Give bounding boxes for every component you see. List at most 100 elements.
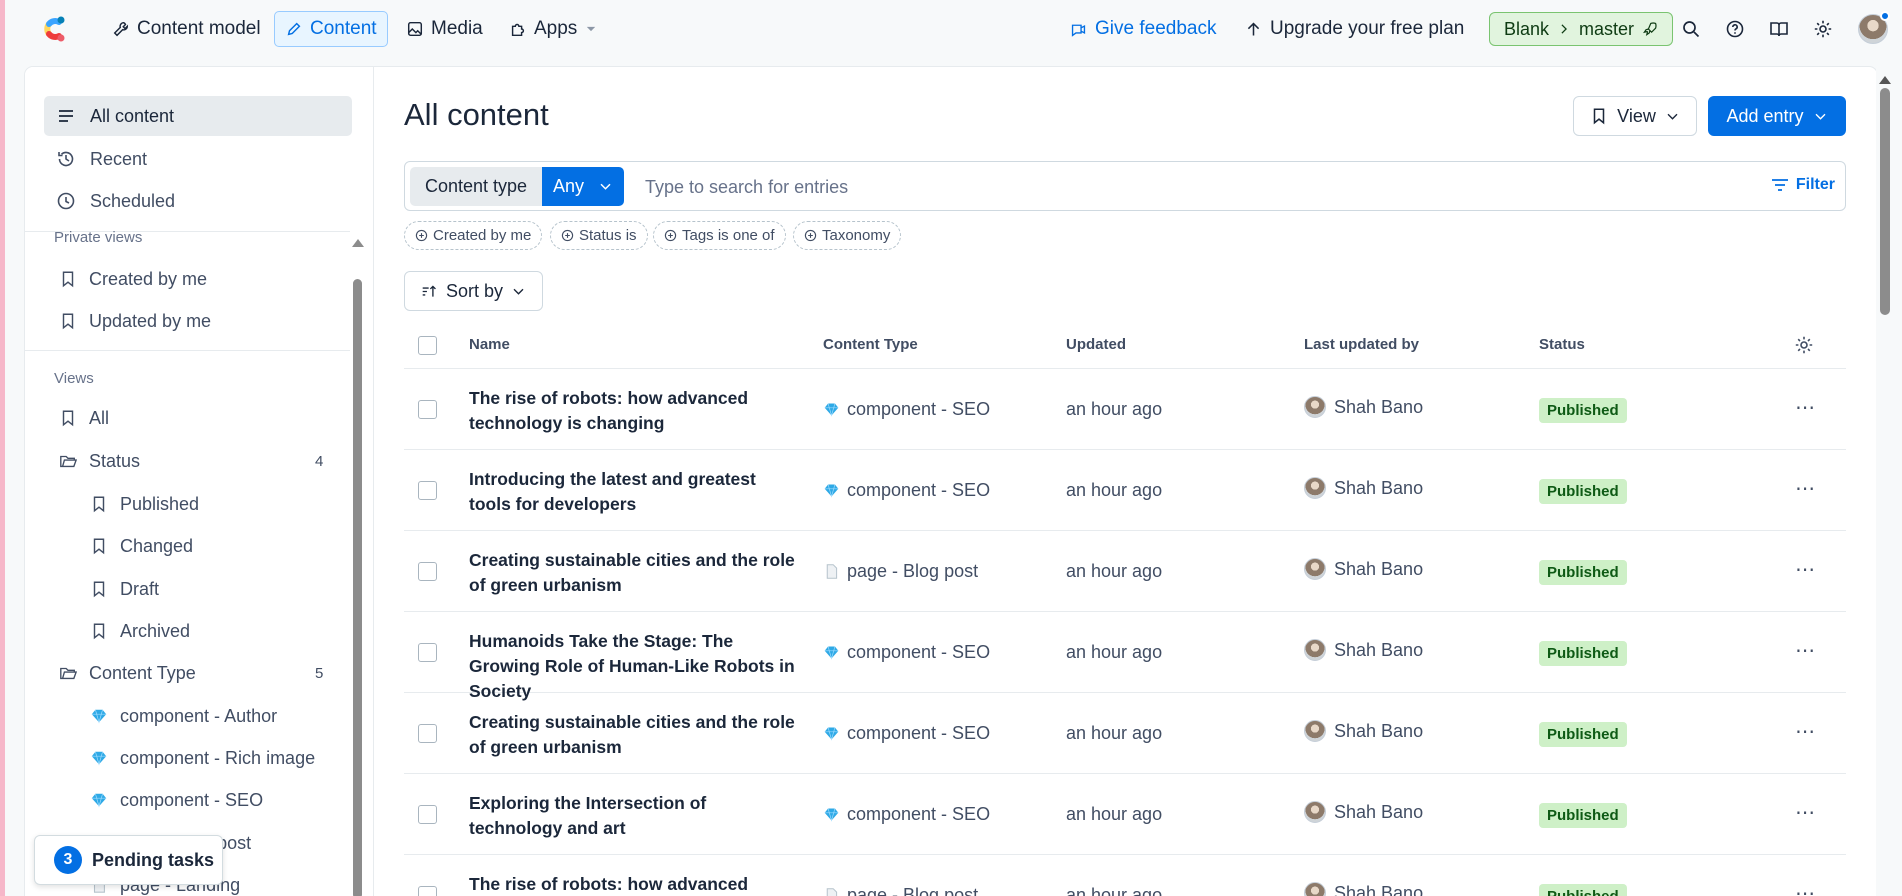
row-checkbox[interactable] — [418, 724, 437, 743]
row-more-actions-icon[interactable]: ⋯ — [1795, 800, 1816, 825]
feedback-icon — [1071, 24, 1086, 37]
sidebar-item-published[interactable]: Published — [90, 487, 199, 521]
give-feedback-link[interactable]: Give feedback — [1070, 11, 1216, 47]
column-content-type[interactable]: Content Type — [823, 336, 918, 353]
row-more-actions-icon[interactable]: ⋯ — [1795, 638, 1816, 663]
entry-name-link[interactable]: Creating sustainable cities and the role… — [469, 548, 799, 598]
entry-user-name: Shah Bano — [1334, 477, 1424, 498]
filter-chip-created-by-me[interactable]: Created by me — [404, 221, 543, 250]
filter-chip-status-is[interactable]: Status is — [550, 221, 648, 250]
chevron-down-icon — [513, 288, 524, 295]
filter-chip-tags[interactable]: Tags is one of — [653, 221, 786, 250]
column-last-updated-by[interactable]: Last updated by — [1304, 336, 1419, 353]
gem-icon — [823, 482, 840, 499]
sidebar-item-scheduled[interactable]: Scheduled — [44, 181, 352, 221]
sidebar-item-archived[interactable]: Archived — [90, 614, 190, 648]
nav-content-model[interactable]: Content model — [102, 11, 271, 47]
sidebar-item-changed[interactable]: Changed — [90, 529, 193, 563]
entry-name-link[interactable]: Creating sustainable cities and the role… — [469, 710, 799, 760]
view-button[interactable]: View — [1573, 96, 1697, 136]
table-row[interactable]: Creating sustainable cities and the role… — [404, 693, 1846, 774]
sidebar-item-label: Scheduled — [90, 190, 176, 211]
row-more-actions-icon[interactable]: ⋯ — [1795, 395, 1816, 420]
column-status[interactable]: Status — [1539, 336, 1585, 353]
sidebar-folder-content-type[interactable]: Content Type — [59, 656, 196, 690]
filter-button[interactable]: Filter — [1770, 175, 1835, 195]
row-more-actions-icon[interactable]: ⋯ — [1795, 557, 1816, 582]
column-updated[interactable]: Updated — [1066, 336, 1126, 353]
column-name[interactable]: Name — [469, 336, 510, 353]
table-row[interactable]: The rise of robots: how advanced technol… — [404, 369, 1846, 450]
table-row[interactable]: Creating sustainable cities and the role… — [404, 531, 1846, 612]
sidebar-item-component-author[interactable]: component - Author — [90, 699, 277, 733]
image-icon — [407, 21, 423, 37]
window-edge — [0, 0, 5, 896]
entry-user-name: Shah Bano — [1334, 801, 1424, 822]
nav-media[interactable]: Media — [396, 11, 493, 47]
column-settings-gear-icon[interactable] — [1794, 335, 1814, 355]
table-row[interactable]: Humanoids Take the Stage: The Growing Ro… — [404, 612, 1846, 701]
entry-name-link[interactable]: Exploring the Intersection of technology… — [469, 791, 799, 841]
entry-content-type-label: page - Blog post — [847, 561, 979, 581]
sidebar-item-draft[interactable]: Draft — [90, 572, 159, 606]
sidebar-item-all-content[interactable]: All content — [44, 96, 352, 136]
row-checkbox[interactable] — [418, 643, 437, 662]
add-entry-button[interactable]: Add entry — [1708, 96, 1846, 136]
gem-icon — [823, 806, 840, 823]
table-row[interactable]: Exploring the Intersection of technology… — [404, 774, 1846, 855]
main-scrollbar[interactable] — [1880, 88, 1890, 315]
sidebar-scrollbar[interactable] — [353, 279, 362, 896]
sidebar-item-updated-by-me[interactable]: Updated by me — [59, 304, 211, 338]
pending-tasks-button[interactable]: 3 Pending tasks — [34, 835, 223, 885]
search-icon[interactable] — [1679, 17, 1703, 41]
bookmark-icon — [62, 271, 74, 288]
content-type-filter-label[interactable]: Content type — [410, 167, 542, 206]
sidebar-item-recent[interactable]: Recent — [44, 139, 352, 179]
sidebar-item-created-by-me[interactable]: Created by me — [59, 262, 207, 296]
content-type-select[interactable]: Any — [542, 167, 624, 206]
sidebar-item-all[interactable]: All — [59, 401, 109, 435]
book-icon[interactable] — [1767, 17, 1791, 41]
help-icon[interactable] — [1723, 17, 1747, 41]
filter-chip-label: Status is — [579, 227, 637, 244]
avatar — [1304, 558, 1326, 580]
list-icon — [59, 110, 73, 122]
row-checkbox[interactable] — [418, 400, 437, 419]
row-checkbox[interactable] — [418, 562, 437, 581]
environment-switcher[interactable]: Blank master — [1489, 12, 1674, 46]
settings-gear-icon[interactable] — [1811, 17, 1835, 41]
sidebar-item-label: Recent — [90, 148, 148, 169]
sidebar-scroll-up-arrow[interactable] — [352, 239, 364, 247]
row-more-actions-icon[interactable]: ⋯ — [1795, 881, 1816, 896]
row-checkbox[interactable] — [418, 481, 437, 500]
sort-label: Sort by — [445, 280, 504, 301]
nav-content[interactable]: Content — [274, 11, 388, 47]
nav-apps[interactable]: Apps — [499, 11, 608, 47]
entry-name-link[interactable]: Introducing the latest and greatest tool… — [469, 467, 799, 517]
status-badge: Published — [1539, 803, 1627, 828]
table-row[interactable]: Introducing the latest and greatest tool… — [404, 450, 1846, 531]
content-sidebar: All content Recent Scheduled Private vie… — [25, 67, 374, 896]
select-all-checkbox[interactable] — [418, 336, 437, 355]
main-scroll-up-arrow[interactable] — [1879, 76, 1891, 84]
sidebar-item-component-seo[interactable]: component - SEO — [90, 783, 263, 817]
search-input[interactable] — [645, 174, 1545, 200]
row-checkbox[interactable] — [418, 886, 437, 896]
sidebar-folder-label: Status — [89, 450, 141, 471]
puzzle-icon — [511, 23, 525, 37]
entry-content-type: page - Blog post — [823, 561, 978, 582]
upgrade-plan-link[interactable]: Upgrade your free plan — [1245, 11, 1464, 47]
contentful-logo-icon[interactable] — [37, 12, 71, 46]
row-more-actions-icon[interactable]: ⋯ — [1795, 476, 1816, 501]
entry-name-link[interactable]: The rise of robots: how advanced — [469, 872, 799, 896]
entry-name-link[interactable]: The rise of robots: how advanced technol… — [469, 386, 799, 436]
filter-chip-taxonomy[interactable]: Taxonomy — [793, 221, 902, 250]
plus-circle-icon — [415, 229, 428, 242]
table-row[interactable]: The rise of robots: how advanced page - B… — [404, 855, 1846, 896]
give-feedback-label: Give feedback — [1095, 18, 1217, 39]
sidebar-folder-status[interactable]: Status — [59, 444, 140, 478]
sort-button[interactable]: Sort by — [404, 271, 543, 311]
row-checkbox[interactable] — [418, 805, 437, 824]
row-more-actions-icon[interactable]: ⋯ — [1795, 719, 1816, 744]
sidebar-item-component-rich-image[interactable]: component - Rich image — [90, 741, 315, 775]
